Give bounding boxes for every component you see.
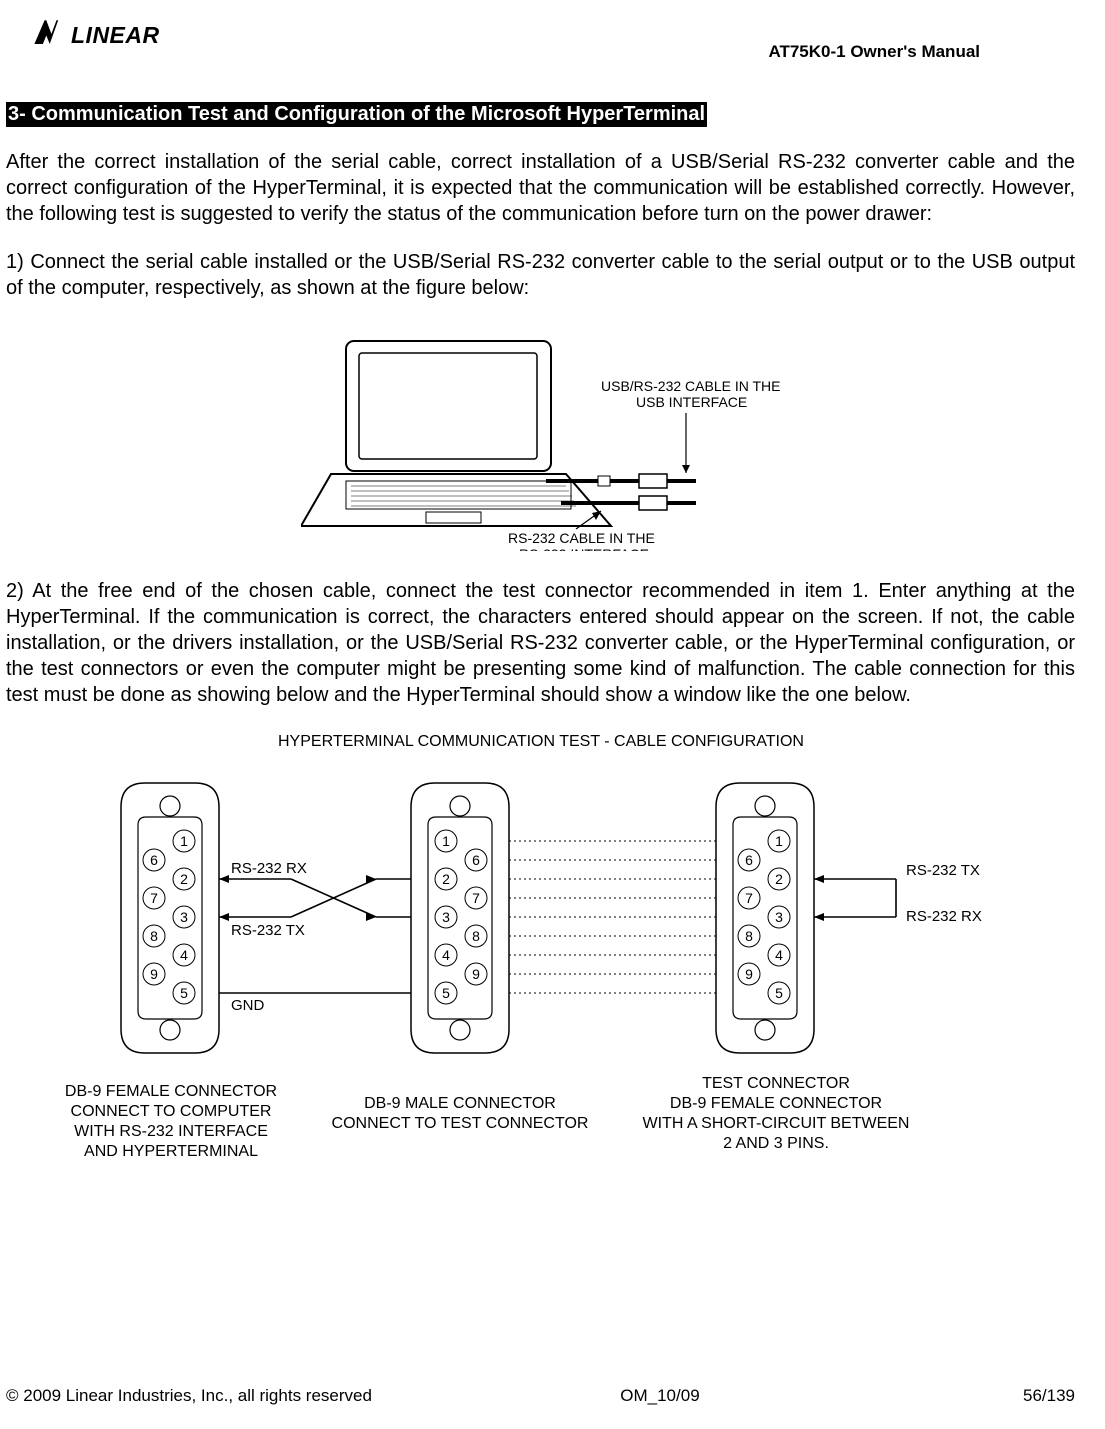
fig2-left-cap-3: WITH RS-232 INTERFACE xyxy=(74,1123,268,1140)
fig2-right-cap-2: DB-9 FEMALE CONNECTOR xyxy=(669,1095,881,1112)
logo: LINEAR xyxy=(31,18,160,53)
fig1-rs232-label-2: RS-232 INTERFACE xyxy=(519,546,649,551)
svg-text:5: 5 xyxy=(775,985,783,1001)
svg-text:6: 6 xyxy=(150,852,158,868)
fig2-right-cap-4: 2 AND 3 PINS. xyxy=(723,1135,829,1152)
svg-text:1: 1 xyxy=(180,833,188,849)
footer-doc-code: OM_10/09 xyxy=(620,1386,699,1406)
fig1-usb-label-1: USB/RS-232 CABLE IN THE xyxy=(601,378,780,394)
fig2-tx-label: RS-232 TX xyxy=(231,922,305,939)
fig2-rx-label-right: RS-232 RX xyxy=(906,908,982,925)
footer-page-number: 56/139 xyxy=(1023,1386,1075,1406)
page-header: LINEAR AT75K0-1 Owner's Manual xyxy=(6,18,1075,62)
svg-text:1: 1 xyxy=(442,833,450,849)
svg-text:7: 7 xyxy=(150,890,158,906)
svg-text:3: 3 xyxy=(775,909,783,925)
svg-text:4: 4 xyxy=(180,947,188,963)
svg-text:7: 7 xyxy=(745,890,753,906)
fig2-left-cap-1: DB-9 FEMALE CONNECTOR xyxy=(64,1083,276,1100)
svg-text:4: 4 xyxy=(442,947,450,963)
svg-text:8: 8 xyxy=(745,928,753,944)
svg-text:2: 2 xyxy=(775,871,783,887)
fig2-tx-label-right: RS-232 TX xyxy=(906,862,980,879)
fig2-gnd-label: GND xyxy=(231,997,265,1014)
fig2-left-cap-4: AND HYPERTERMINAL xyxy=(84,1143,258,1160)
footer-copyright: © 2009 Linear Industries, Inc., all righ… xyxy=(6,1386,372,1406)
paragraph-step1: 1) Connect the serial cable installed or… xyxy=(6,249,1075,301)
fig2-right-cap-1: TEST CONNECTOR xyxy=(702,1075,850,1092)
svg-text:8: 8 xyxy=(472,928,480,944)
fig2-right-cap-3: WITH A SHORT-CIRCUIT BETWEEN xyxy=(642,1115,909,1132)
svg-text:6: 6 xyxy=(745,852,753,868)
fig2-left-cap-2: CONNECT TO COMPUTER xyxy=(70,1103,271,1120)
manual-title: AT75K0-1 Owner's Manual xyxy=(768,42,980,62)
svg-text:2: 2 xyxy=(442,871,450,887)
svg-text:1: 1 xyxy=(775,833,783,849)
svg-text:2: 2 xyxy=(180,871,188,887)
figure-laptop-cables: USB/RS-232 CABLE IN THE USB INTERFACE RS… xyxy=(6,331,1075,556)
fig2-mid-cap-2: CONNECT TO TEST CONNECTOR xyxy=(331,1115,588,1132)
figure-connectors: HYPERTERMINAL COMMUNICATION TEST - CABLE… xyxy=(6,728,1075,1173)
fig2-mid-cap-1: DB-9 MALE CONNECTOR xyxy=(364,1095,556,1112)
paragraph-intro: After the correct installation of the se… xyxy=(6,149,1075,227)
svg-text:9: 9 xyxy=(745,966,753,982)
logo-text: LINEAR xyxy=(71,22,160,49)
svg-text:3: 3 xyxy=(180,909,188,925)
paragraph-step2: 2) At the free end of the chosen cable, … xyxy=(6,578,1075,708)
svg-text:9: 9 xyxy=(472,966,480,982)
fig1-rs232-label-1: RS-232 CABLE IN THE xyxy=(508,530,655,546)
page-footer: © 2009 Linear Industries, Inc., all righ… xyxy=(6,1386,1075,1406)
svg-text:3: 3 xyxy=(442,909,450,925)
section-heading: 3- Communication Test and Configuration … xyxy=(6,102,707,127)
svg-text:9: 9 xyxy=(150,966,158,982)
svg-text:5: 5 xyxy=(442,985,450,1001)
fig2-title: HYPERTERMINAL COMMUNICATION TEST - CABLE… xyxy=(278,733,804,750)
fig1-usb-label-2: USB INTERFACE xyxy=(636,394,747,410)
svg-text:4: 4 xyxy=(775,947,783,963)
svg-text:6: 6 xyxy=(472,852,480,868)
svg-text:8: 8 xyxy=(150,928,158,944)
svg-text:7: 7 xyxy=(472,890,480,906)
fig2-rx-label: RS-232 RX xyxy=(231,860,307,877)
svg-text:5: 5 xyxy=(180,985,188,1001)
logo-icon xyxy=(31,18,65,53)
